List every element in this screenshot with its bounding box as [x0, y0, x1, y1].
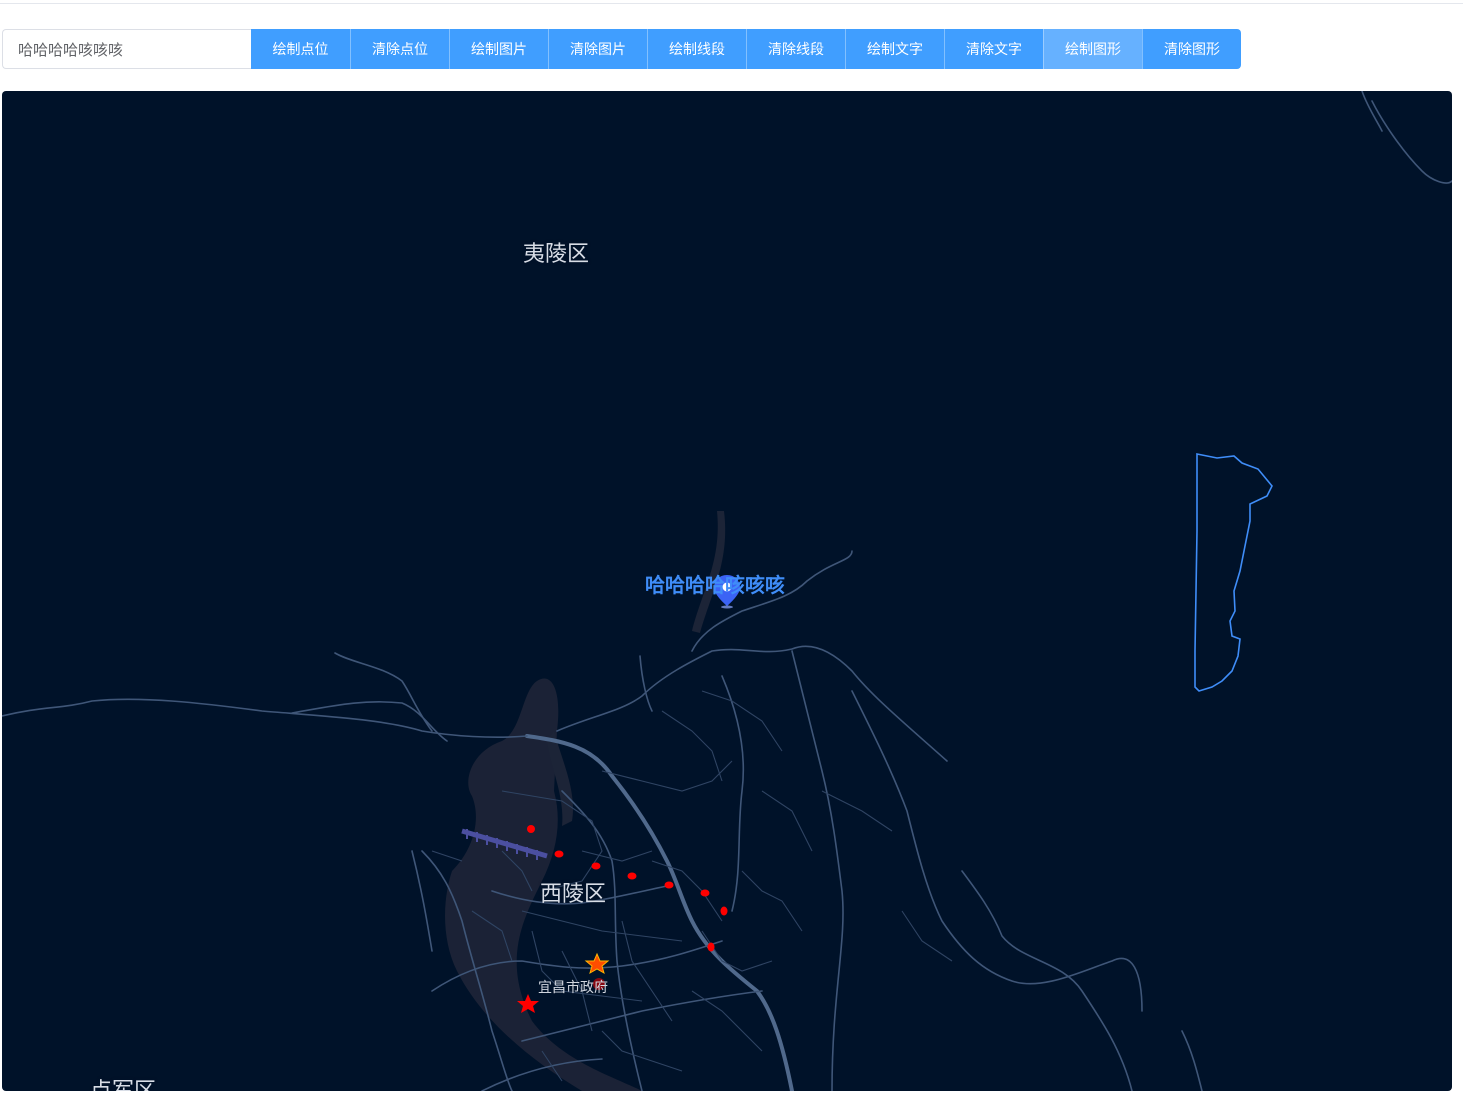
- clear-image-button[interactable]: 清除图片: [548, 29, 647, 69]
- district-label-yiling: 夷陵区: [523, 242, 590, 267]
- point-marker[interactable]: [720, 906, 728, 916]
- drawn-polygon[interactable]: [1194, 453, 1273, 692]
- map-toolbar: 绘制点位 清除点位 绘制图片 清除图片 绘制线段 清除线段 绘制文字 清除文字 …: [2, 29, 1241, 69]
- point-marker[interactable]: [554, 850, 564, 858]
- point-marker[interactable]: [700, 889, 710, 897]
- marker-text-label: 哈哈哈哈咳咳咳: [645, 573, 785, 597]
- draw-image-button[interactable]: 绘制图片: [449, 29, 548, 69]
- clear-text-button[interactable]: 清除文字: [944, 29, 1043, 69]
- draw-line-button[interactable]: 绘制线段: [647, 29, 746, 69]
- gov-star-icon[interactable]: [584, 952, 610, 975]
- clear-shape-button[interactable]: 清除图形: [1142, 29, 1241, 69]
- point-marker[interactable]: [707, 942, 715, 952]
- poi-label-gov: 宜昌市政府: [538, 980, 608, 996]
- point-marker[interactable]: [591, 862, 601, 870]
- map-canvas[interactable]: 夷陵区 西陵区 点军区 宜昌市政府 哈哈哈哈咳咳咳: [2, 91, 1452, 1091]
- marker-text-input[interactable]: [2, 29, 251, 69]
- district-label-dianjun: 点军区: [90, 1073, 156, 1091]
- draw-text-button[interactable]: 绘制文字: [845, 29, 944, 69]
- action-button-group: 绘制点位 清除点位 绘制图片 清除图片 绘制线段 清除线段 绘制文字 清除文字 …: [251, 29, 1241, 69]
- top-divider: [0, 3, 1463, 4]
- draw-shape-button[interactable]: 绘制图形: [1043, 29, 1142, 69]
- draw-point-button[interactable]: 绘制点位: [251, 29, 350, 69]
- clear-point-button[interactable]: 清除点位: [350, 29, 449, 69]
- point-marker[interactable]: [627, 872, 637, 880]
- clear-line-button[interactable]: 清除线段: [746, 29, 845, 69]
- point-marker[interactable]: [664, 881, 674, 889]
- point-marker[interactable]: [527, 825, 535, 833]
- district-label-xiling: 西陵区: [540, 882, 607, 907]
